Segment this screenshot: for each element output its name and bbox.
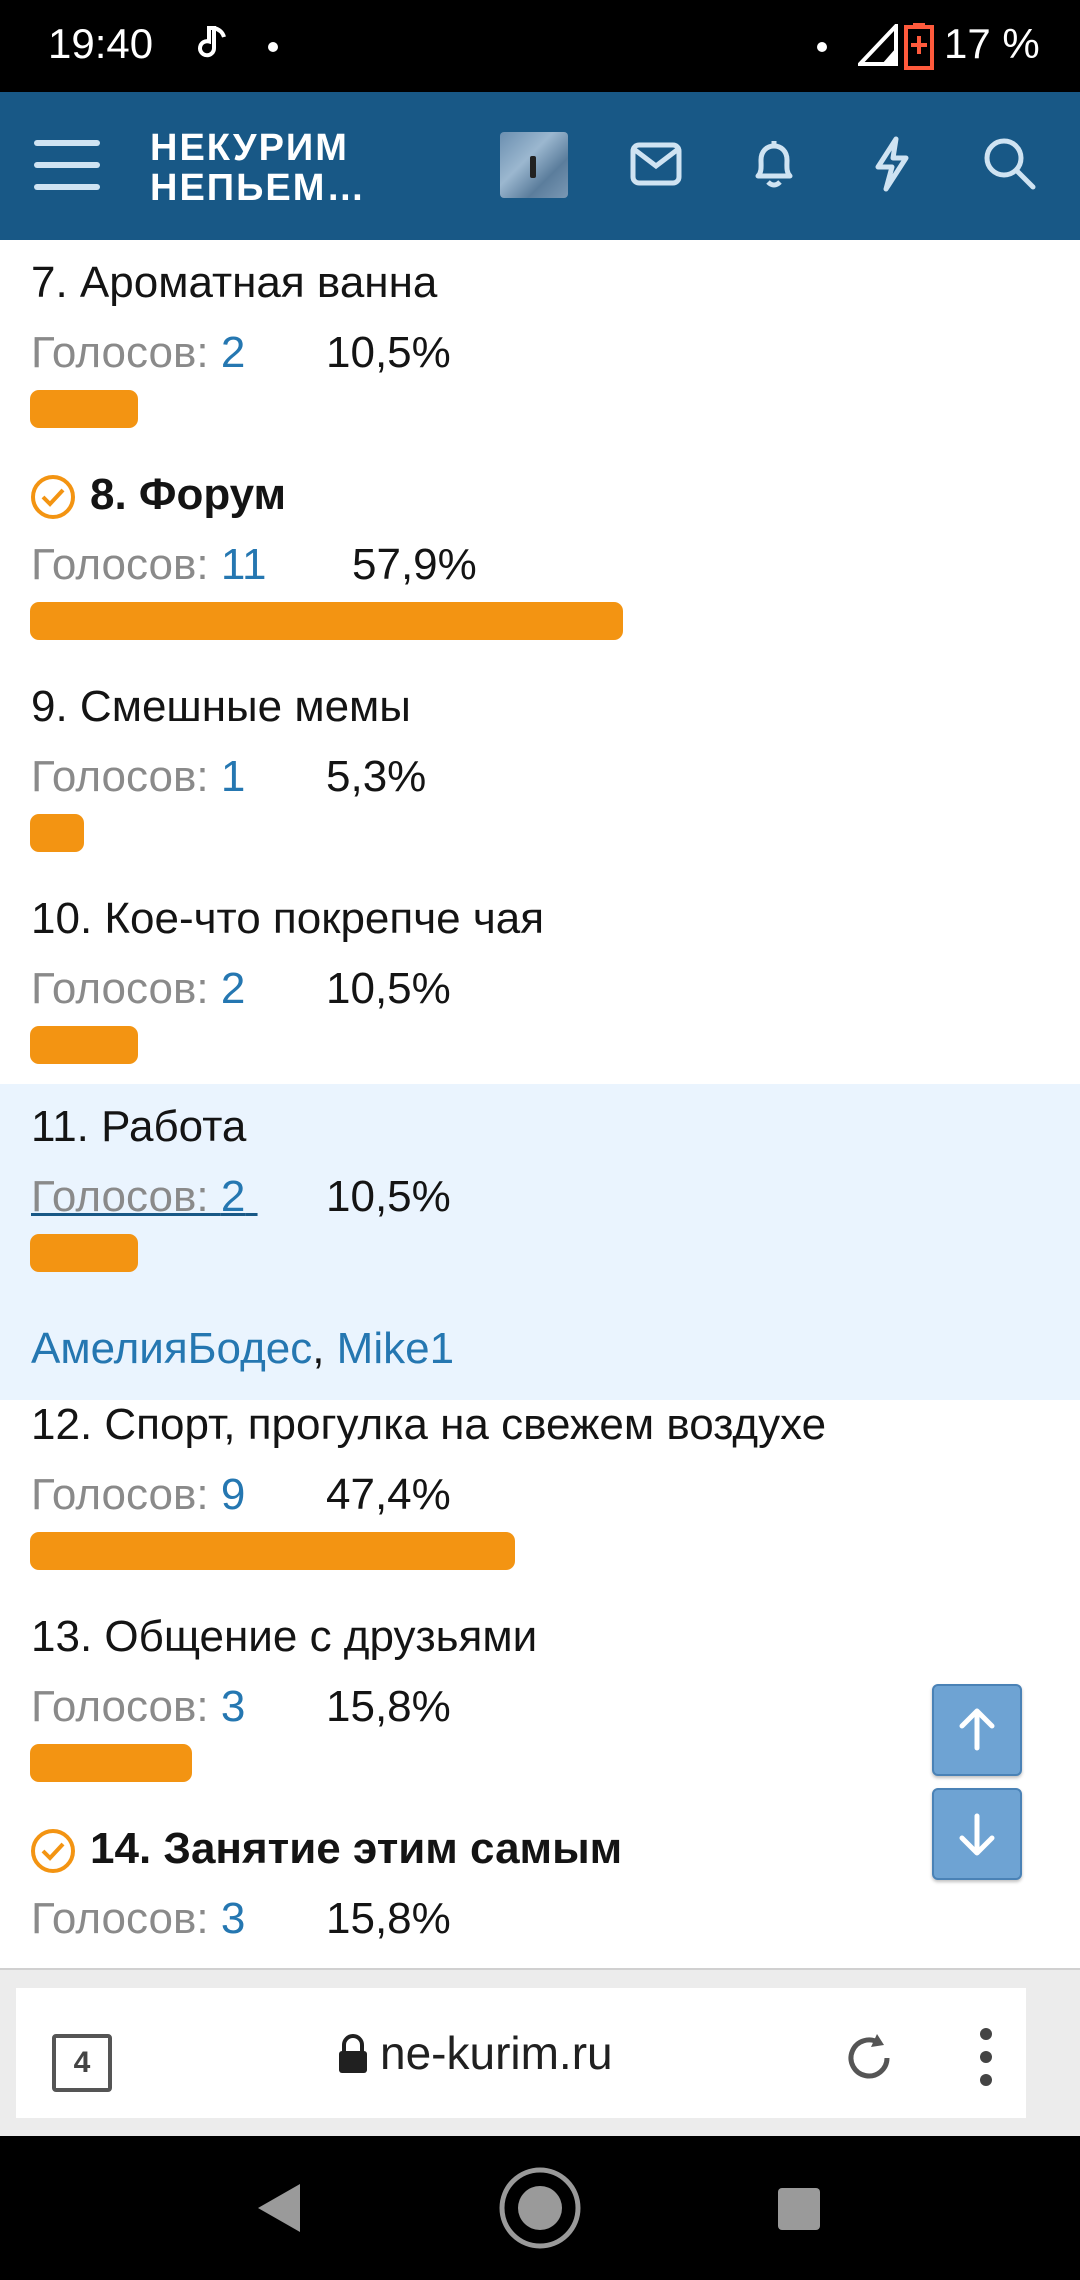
votes-link[interactable]: Голосов: 1 — [31, 752, 245, 802]
lightning-icon[interactable] — [870, 136, 914, 192]
votes-label: Голосов: — [31, 328, 221, 377]
notification-dot-icon — [268, 42, 278, 52]
votes-count: 2 — [220, 964, 246, 1013]
votes-link[interactable]: Голосов: 3 — [31, 1682, 245, 1732]
logo-line-1: НЕКУРИМ — [150, 127, 349, 169]
browser-toolbar: 4 ne-kurim.ru — [0, 1968, 1080, 2138]
poll-option-expanded: 11. Работа Голосов: 2 10,5% АмелияБодес,… — [0, 1084, 1080, 1400]
check-circle-icon — [31, 1829, 75, 1873]
option-percent: 57,9% — [352, 540, 477, 589]
avatar[interactable] — [500, 132, 568, 198]
notification-dot-icon — [817, 42, 827, 52]
voter-link[interactable]: Mike1 — [337, 1324, 454, 1373]
signal-icon — [858, 24, 898, 66]
option-title: 11. Работа — [31, 1102, 247, 1151]
votes-link[interactable]: Голосов: 9 — [31, 1470, 245, 1520]
votes-link[interactable]: Голосов: 11 — [31, 540, 267, 590]
votes-label: Голосов: — [31, 1682, 221, 1731]
arrow-up-icon — [959, 1708, 995, 1751]
poll-option: 10. Кое-что покрепче чая Голосов: 2 10,5… — [0, 876, 1080, 1084]
votes-count: 3 — [220, 1894, 246, 1943]
poll-results: 7. Ароматная ванна Голосов: 2 10,5% 8. Ф… — [0, 240, 1080, 1968]
votes-label: Голосов: — [31, 1172, 221, 1221]
option-title: 10. Кое-что покрепче чая — [31, 894, 545, 943]
votes-link[interactable]: Голосов: 2 — [31, 964, 245, 1014]
votes-link[interactable]: Голосов: 3 — [31, 1894, 245, 1944]
option-title: 14. Занятие этим самым — [90, 1824, 623, 1873]
tab-switcher-button[interactable]: 4 — [52, 2034, 112, 2092]
votes-label: Голосов: — [31, 752, 221, 801]
bell-icon[interactable] — [750, 138, 798, 190]
poll-option: 14. Занятие этим самым Голосов: 3 15,8% — [0, 1824, 1080, 1968]
voter-link[interactable]: АмелияБодес — [31, 1324, 312, 1373]
home-icon[interactable] — [498, 2166, 582, 2250]
result-bar — [30, 814, 84, 852]
music-note-icon — [198, 26, 226, 58]
result-bar — [30, 602, 623, 640]
votes-count: 1 — [220, 752, 246, 801]
option-title: 13. Общение с друзьями — [31, 1612, 538, 1661]
votes-count: 3 — [220, 1682, 246, 1731]
votes-label: Голосов: — [31, 964, 221, 1013]
reload-icon[interactable] — [842, 2028, 898, 2086]
option-percent: 15,8% — [326, 1682, 451, 1731]
recents-icon[interactable] — [776, 2186, 822, 2232]
voters-list: АмелияБодес, Mike1 — [31, 1324, 454, 1374]
menu-icon[interactable] — [34, 138, 100, 192]
search-icon[interactable] — [982, 136, 1036, 190]
votes-count: 2 — [220, 328, 246, 377]
battery-icon — [904, 23, 934, 70]
option-percent: 15,8% — [326, 1894, 451, 1943]
result-bar — [30, 1532, 515, 1570]
votes-label: Голосов: — [31, 1470, 221, 1519]
option-percent: 10,5% — [326, 1172, 451, 1221]
logo-line-2: НЕПЬЕМ… — [150, 167, 367, 209]
address-bar[interactable]: 4 ne-kurim.ru — [16, 1988, 1026, 2118]
check-circle-icon — [31, 475, 75, 519]
scroll-to-top-button[interactable] — [932, 1684, 1022, 1776]
option-percent: 10,5% — [326, 328, 451, 377]
status-time: 19:40 — [48, 20, 154, 67]
back-icon[interactable] — [256, 2182, 302, 2234]
status-bar: 19:40 17 % — [0, 0, 1080, 92]
option-percent: 10,5% — [326, 964, 451, 1013]
voter-separator: , — [312, 1324, 337, 1373]
option-title: 7. Ароматная ванна — [31, 258, 438, 307]
arrow-down-icon — [959, 1813, 995, 1856]
result-bar — [30, 1234, 138, 1272]
mail-icon[interactable] — [630, 142, 682, 186]
lock-icon — [339, 2034, 367, 2073]
votes-label: Голосов: — [31, 1894, 221, 1943]
option-title: 12. Спорт, прогулка на свежем воздухе — [31, 1400, 827, 1449]
votes-label: Голосов: — [31, 540, 221, 589]
site-logo[interactable]: НЕКУРИМ НЕПЬЕМ… — [150, 128, 366, 208]
votes-count: 11 — [220, 540, 267, 589]
poll-option: 13. Общение с друзьями Голосов: 3 15,8% — [0, 1612, 1080, 1824]
scroll-to-bottom-button[interactable] — [932, 1788, 1022, 1880]
votes-count: 2 — [220, 1172, 246, 1221]
result-bar — [30, 1026, 138, 1064]
system-nav-bar — [0, 2136, 1080, 2280]
result-bar — [30, 1744, 192, 1782]
poll-option: 8. Форум Голосов: 11 57,9% — [0, 452, 1080, 664]
app-header: НЕКУРИМ НЕПЬЕМ… — [0, 92, 1080, 240]
poll-option: 9. Смешные мемы Голосов: 1 5,3% — [0, 664, 1080, 876]
poll-option: 12. Спорт, прогулка на свежем воздухе Го… — [0, 1400, 1080, 1612]
url-text[interactable]: ne-kurim.ru — [380, 2026, 613, 2080]
option-percent: 47,4% — [326, 1470, 451, 1519]
votes-count: 9 — [220, 1470, 246, 1519]
option-title: 8. Форум — [90, 470, 287, 519]
more-vert-icon[interactable] — [978, 2026, 994, 2088]
option-title: 9. Смешные мемы — [31, 682, 411, 731]
option-percent: 5,3% — [326, 752, 427, 801]
votes-link[interactable]: Голосов: 2 — [31, 1172, 258, 1222]
result-bar — [30, 390, 138, 428]
votes-link[interactable]: Голосов: 2 — [31, 328, 245, 378]
poll-option: 7. Ароматная ванна Голосов: 2 10,5% — [0, 240, 1080, 452]
battery-percent: 17 % — [944, 20, 1040, 67]
